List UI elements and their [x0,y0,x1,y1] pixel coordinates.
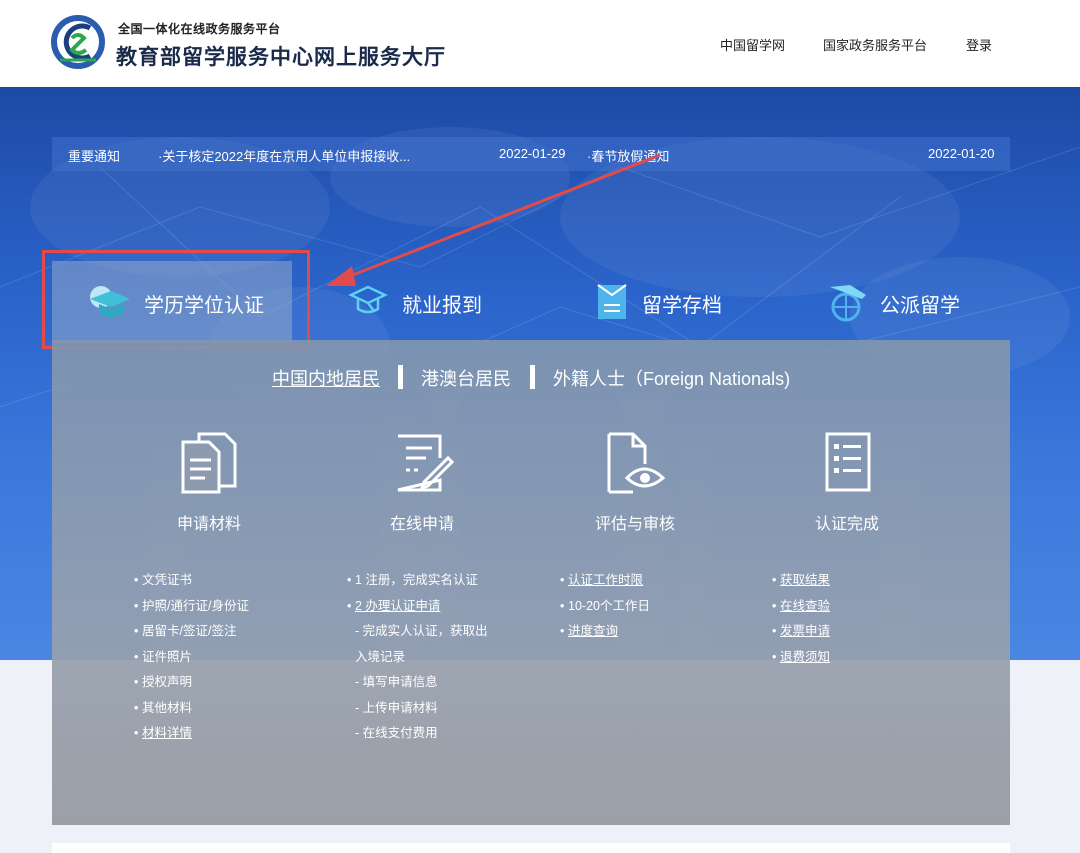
apply-verification-link[interactable]: • 2 办理认证申请 [347,594,488,620]
list-item: • 证件照片 [134,649,193,664]
online-check-link[interactable]: • 在线查验 [772,594,830,620]
tab-label-archive: 留学存档 [642,295,722,317]
step-title-materials: 申请材料 [176,516,241,533]
step-review: 评估与审核 [560,430,710,534]
notice-bar: 重要通知 ·关于核定2022年度在京用人单位申报接收... 2022-01-29… [52,137,1010,171]
tab-separator [530,365,535,389]
list-item: - 完成实人认证，获取出 [355,624,488,638]
step-title-complete: 认证完成 [814,516,879,533]
resident-tab-foreign[interactable]: 外籍人士（Foreign Nationals) [553,365,790,391]
notice-item-2[interactable]: ·春节放假通知 [587,146,669,165]
tab-employment-report[interactable]: 就业报到 [292,261,532,343]
materials-list: • 文凭证书 • 护照/通行证/身份证 • 居留卡/签证/签注 • 证件照片 • 授权声明… [134,568,249,747]
documents-icon [181,432,237,494]
plane-globe-icon [830,285,866,322]
notice-item-1[interactable]: ·关于核定2022年度在京用人单位申报接收... [158,146,410,165]
step-materials: 申请材料 [134,430,284,534]
materials-details-link[interactable]: • 材料详情 [134,721,249,747]
step-complete: 认证完成 [772,430,922,534]
resident-tabs: 中国内地居民 港澳台居民 外籍人士（Foreign Nationals) [52,365,1010,391]
complete-list: • 获取结果 • 在线查验 • 发票申请 • 退费须知 [772,568,830,670]
highlight-box [42,250,310,349]
list-item: • 护照/通行证/身份证 [134,598,249,613]
refund-notice-link[interactable]: • 退费须知 [772,645,830,671]
list-item: - 在线支付费用 [355,726,438,740]
resident-tab-mainland[interactable]: 中国内地居民 [272,365,380,391]
nav-link-gov-platform[interactable]: 国家政务服务平台 [823,35,927,54]
list-item: • 文凭证书 [134,573,193,587]
tab-archive[interactable]: 留学存档 [532,261,772,343]
doc-eye-icon [607,432,666,494]
site-title: 教育部留学服务中心网上服务大厅 [116,46,446,69]
online-application-list: • 1 注册，完成实名认证 • 2 办理认证申请 - 完成实人认证，获取出 入境记录… [347,568,488,747]
footer-strip [52,843,1010,853]
list-item: - 填写申请信息 [355,675,438,689]
list-item: 入境记录 [355,649,406,664]
service-panel: 中国内地居民 港澳台居民 外籍人士（Foreign Nationals) 申请材… [52,340,1010,825]
nav-link-cscse[interactable]: 中国留学网 [720,35,785,54]
header: 全国一体化在线政务服务平台 教育部留学服务中心网上服务大厅 中国留学网 国家政务… [0,0,1080,87]
form-edit-icon [397,434,454,492]
list-item: • 1 注册，完成实名认证 [347,573,478,587]
list-item: • 授权声明 [134,675,193,689]
list-item: • 居留卡/签证/签注 [134,624,237,638]
list-item: - 上传申请材料 [355,700,438,715]
notice-date-2: 2022-01-20 [928,146,995,161]
platform-subtitle: 全国一体化在线政务服务平台 [118,22,281,36]
checklist-icon [825,432,871,492]
step-title-online: 在线申请 [389,516,454,533]
step-title-review: 评估与审核 [594,516,675,533]
resident-tab-hmt[interactable]: 港澳台居民 [421,365,511,391]
processing-time-link[interactable]: • 认证工作时限 [560,568,650,594]
list-item: • 其他材料 [134,700,193,715]
logo-icon [51,15,105,69]
invoice-request-link[interactable]: • 发票申请 [772,619,830,645]
cap-outline-icon [348,285,388,314]
tab-separator [398,365,403,389]
tab-label-employment: 就业报到 [402,295,482,317]
tab-label-public-study: 公派留学 [880,295,960,317]
notice-label: 重要通知 [68,149,121,164]
login-link[interactable]: 登录 [966,35,992,54]
archive-icon [597,284,627,319]
review-list: • 认证工作时限 • 10-20个工作日 • 进度查询 [560,568,650,645]
list-item: • 10-20个工作日 [560,598,650,613]
step-online-application: 在线申请 [347,430,497,534]
get-result-link[interactable]: • 获取结果 [772,568,830,594]
notice-date-1: 2022-01-29 [499,146,566,161]
tab-public-study-abroad[interactable]: 公派留学 [772,261,1012,343]
progress-query-link[interactable]: • 进度查询 [560,619,650,645]
